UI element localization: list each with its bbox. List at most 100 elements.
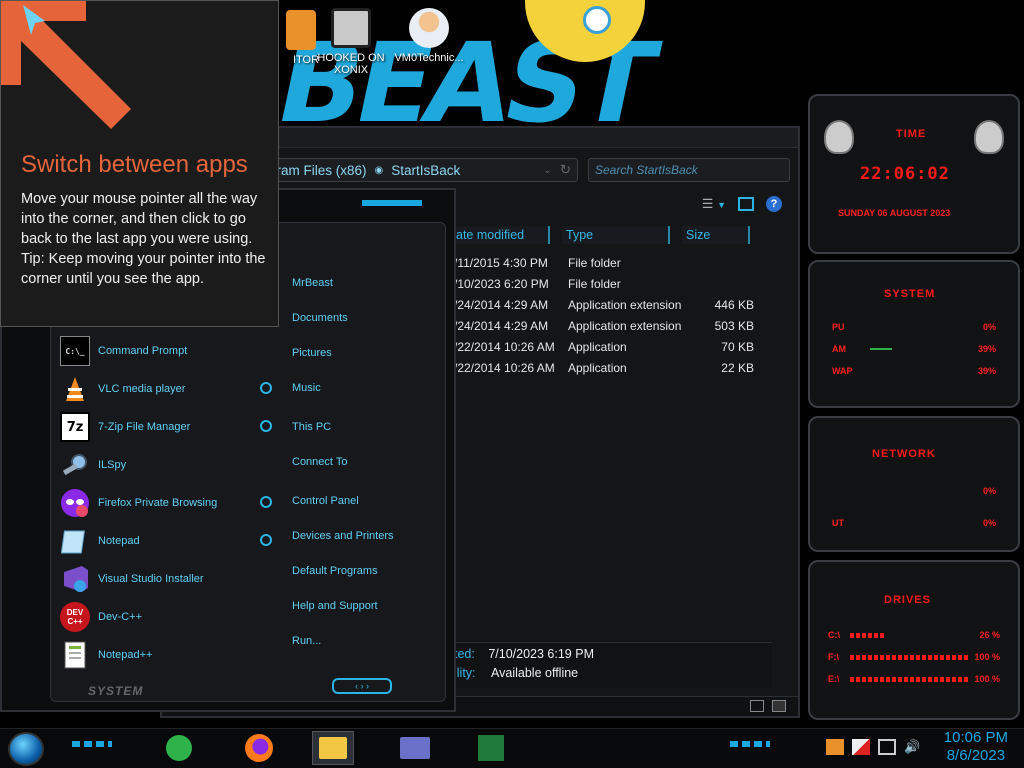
network-value-in: 0%: [982, 486, 996, 496]
desktop-icon-hooked-on-xonix[interactable]: HOOKED ON XONIX: [310, 8, 392, 76]
chevron-down-icon[interactable]: ⌄: [543, 165, 551, 176]
drive-label-c: C:\: [828, 630, 840, 640]
file-row[interactable]: /22/2014 10:26 AM Application 70 KB: [454, 338, 784, 358]
file-row[interactable]: /24/2014 4:29 AM Application extension 5…: [454, 317, 784, 337]
program-notepad[interactable]: Notepad: [60, 524, 140, 558]
view-options-icon[interactable]: ☰ ▼: [702, 196, 726, 212]
visual-studio-installer-icon: [60, 564, 90, 594]
drives-gadget: DRIVES C:\ 26 % F:\ 100 % E:\ 100 %: [808, 560, 1020, 720]
place-devices-and-printers[interactable]: Devices and Printers: [292, 530, 394, 542]
file-row[interactable]: /24/2014 4:29 AM Application extension 4…: [454, 296, 784, 316]
refresh-icon[interactable]: ↻: [560, 162, 577, 178]
tray-volume-icon[interactable]: 🔊: [904, 739, 922, 755]
view-toolbar: ☰ ▼ ?: [702, 196, 782, 212]
file-row[interactable]: /11/2015 4:30 PM File folder: [454, 254, 784, 274]
place-control-panel[interactable]: Control Panel: [292, 495, 359, 507]
taskbar-decor-right: [730, 741, 770, 747]
drive-value-e: 100 %: [974, 674, 1000, 684]
program-label: Firefox Private Browsing: [98, 497, 218, 509]
details-label: ility:: [454, 666, 476, 680]
program-7zip[interactable]: 7z 7-Zip File Manager: [60, 410, 190, 444]
taskbar-clock[interactable]: 10:06 PM 8/6/2023: [944, 729, 1008, 765]
drive-bar-c: [850, 633, 886, 638]
program-command-prompt[interactable]: C:\_ Command Prompt: [60, 334, 187, 368]
breadcrumb-program-files[interactable]: gram Files (x86): [269, 163, 367, 178]
file-date: /11/2015 4:30 PM: [454, 256, 548, 270]
alien-logo-right-icon: [974, 120, 1004, 154]
task-manager-icon: [478, 735, 504, 761]
file-type: Application: [568, 340, 627, 354]
notepad-plus-plus-icon: [60, 640, 90, 670]
taskbar-app-feedback-hub[interactable]: [158, 731, 200, 765]
expand-arrow-icon[interactable]: [260, 534, 272, 546]
taskbar-app-file-explorer[interactable]: [312, 731, 354, 765]
gadget-title: DRIVES: [884, 594, 931, 606]
system-label-ram: AM: [832, 344, 846, 354]
tray-flag-icon[interactable]: [826, 739, 844, 755]
help-icon[interactable]: ?: [766, 196, 782, 212]
place-default-programs[interactable]: Default Programs: [292, 565, 378, 577]
breadcrumb-startisback[interactable]: StartIsBack: [391, 163, 460, 178]
program-vlc[interactable]: VLC media player: [60, 372, 185, 406]
address-bar[interactable]: gram Files (x86) ◉ StartIsBack ⌄ ↻: [262, 158, 578, 182]
expand-arrow-icon[interactable]: [260, 420, 272, 432]
file-type: Application: [568, 361, 627, 375]
shutdown-button[interactable]: ‹ › ›: [332, 678, 392, 694]
file-type: Application extension: [568, 319, 682, 333]
taskbar-app-control-panel[interactable]: [394, 731, 436, 765]
place-connect-to[interactable]: Connect To: [292, 456, 347, 468]
column-type[interactable]: Type: [562, 226, 670, 244]
program-ilspy[interactable]: ILSpy: [60, 448, 126, 482]
place-pictures[interactable]: Pictures: [292, 347, 332, 359]
place-help-and-support[interactable]: Help and Support: [292, 600, 378, 612]
dev-cpp-icon: DEV C++: [60, 602, 90, 632]
file-row[interactable]: /10/2023 6:20 PM File folder: [454, 275, 784, 295]
details-pane: ted: 7/10/2023 6:19 PM ility: Available …: [450, 642, 772, 688]
file-row[interactable]: /22/2014 10:26 AM Application 22 KB: [454, 359, 784, 379]
network-label-out: UT: [832, 518, 844, 528]
place-music[interactable]: Music: [292, 382, 321, 394]
system-value-swap: 39%: [977, 366, 996, 376]
tray-action-center-icon[interactable]: [852, 739, 870, 755]
place-mrbeast[interactable]: MrBeast: [292, 277, 333, 289]
program-firefox-private[interactable]: Firefox Private Browsing: [60, 486, 217, 520]
large-icons-view-icon[interactable]: [772, 700, 786, 712]
technician-icon: [409, 8, 449, 48]
search-input[interactable]: Search StartIsBack: [588, 158, 790, 182]
system-label-swap: WAP: [832, 366, 853, 376]
drive-value-f: 100 %: [974, 652, 1000, 662]
taskbar-app-firefox[interactable]: [238, 731, 280, 765]
file-explorer-icon: [319, 737, 347, 759]
gadget-title: NETWORK: [872, 448, 936, 460]
details-view-icon[interactable]: [750, 700, 764, 712]
drive-label-e: E:\: [828, 674, 840, 684]
preview-pane-icon[interactable]: [738, 197, 754, 211]
taskbar-decor-left: [72, 741, 112, 747]
place-run[interactable]: Run...: [292, 635, 321, 647]
firefox-icon: [245, 734, 273, 762]
breadcrumb-separator-icon: ◉: [374, 164, 384, 176]
desktop-icon-vm0technic[interactable]: VM0Technic...: [388, 8, 470, 64]
program-visual-studio-installer[interactable]: Visual Studio Installer: [60, 562, 204, 596]
drive-bar-f: [850, 655, 970, 660]
tray-network-icon[interactable]: [878, 739, 896, 755]
notepad-icon: [60, 526, 90, 556]
taskbar-app-task-manager[interactable]: [470, 731, 512, 765]
digital-clock: 22:06:02: [860, 164, 950, 184]
start-button[interactable]: [8, 732, 44, 766]
file-size: 22 KB: [721, 361, 754, 375]
expand-arrow-icon[interactable]: [260, 382, 272, 394]
7zip-icon: 7z: [60, 412, 90, 442]
column-date-modified[interactable]: ate modified: [452, 226, 550, 244]
taskbar-time: 10:06 PM: [943, 729, 1008, 746]
place-documents[interactable]: Documents: [292, 312, 348, 324]
place-this-pc[interactable]: This PC: [292, 421, 331, 433]
expand-arrow-icon[interactable]: [260, 496, 272, 508]
column-size[interactable]: Size: [682, 226, 750, 244]
program-dev-cpp[interactable]: DEV C++ Dev-C++: [60, 600, 142, 634]
program-label: 7-Zip File Manager: [98, 421, 191, 433]
system-label-cpu: PU: [832, 322, 845, 332]
program-notepad-plus-plus[interactable]: Notepad++: [60, 638, 152, 672]
gadget-date: SUNDAY 06 AUGUST 2023: [838, 208, 951, 218]
tip-body: Move your mouse pointer all the way into…: [21, 189, 266, 289]
